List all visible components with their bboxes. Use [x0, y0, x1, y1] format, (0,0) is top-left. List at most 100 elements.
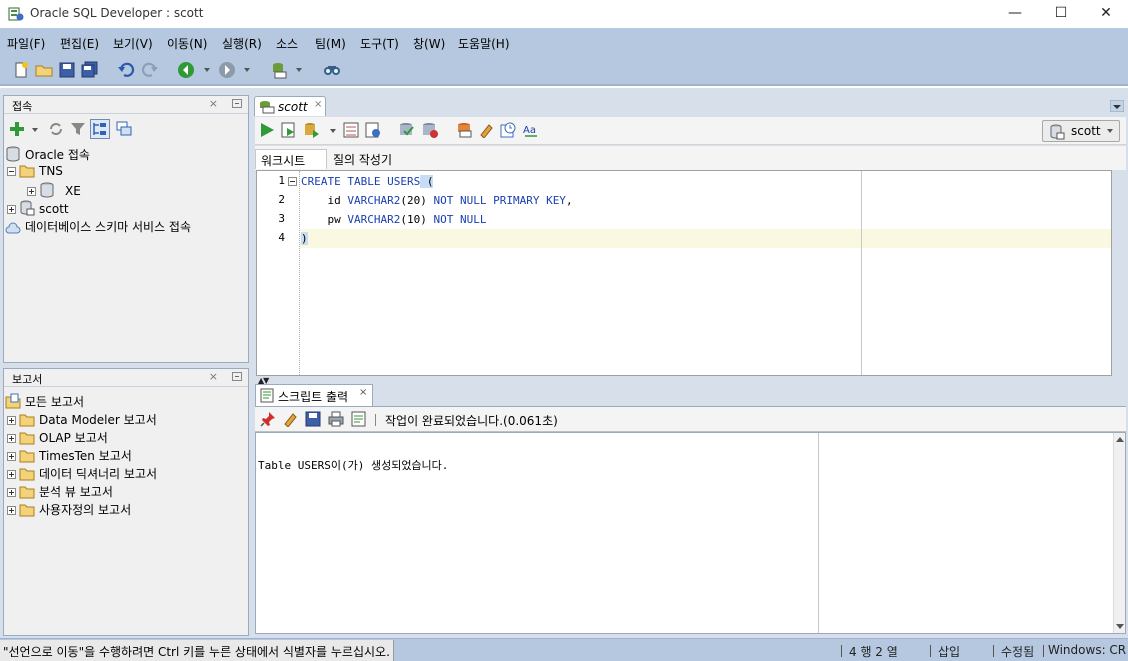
sql-worksheet-icon[interactable]: [270, 61, 288, 79]
sql-worksheet-icon: [260, 101, 275, 114]
run-script-icon[interactable]: [281, 122, 297, 138]
redo-icon[interactable]: [141, 61, 159, 79]
format-case-icon[interactable]: Aa: [523, 122, 541, 138]
tree-node-xe[interactable]: XE: [27, 182, 81, 200]
menu-window[interactable]: 창(W): [413, 35, 445, 52]
tab-query-builder[interactable]: 질의 작성기: [328, 149, 397, 169]
tab-script-output[interactable]: 스크립트 출력 ×: [255, 384, 373, 406]
tree-node-label: scott: [39, 202, 69, 216]
connections-panel-close-button[interactable]: ×: [209, 97, 218, 110]
expand-toggle-icon[interactable]: [7, 452, 16, 461]
autotrace-icon[interactable]: [304, 122, 320, 138]
tree-node-oracle-connections[interactable]: Oracle 접속: [5, 146, 90, 164]
database-icon: [6, 146, 20, 162]
menu-source[interactable]: 소스: [276, 35, 298, 52]
tree-node-timesten-reports[interactable]: TimesTen 보고서: [7, 447, 132, 465]
folder-open-icon: [19, 165, 35, 178]
add-connection-icon[interactable]: [9, 121, 25, 137]
vertical-scrollbar[interactable]: [1113, 433, 1125, 633]
menu-help[interactable]: 도움말(H): [458, 35, 510, 52]
tree-node-label: TNS: [39, 164, 63, 178]
sql-tuning-icon[interactable]: [365, 122, 381, 138]
tree-node-user-defined-reports[interactable]: 사용자정의 보고서: [7, 501, 131, 519]
document-list-icon[interactable]: [1110, 100, 1124, 112]
back-dropdown-icon[interactable]: [204, 68, 210, 72]
expand-toggle-icon[interactable]: [27, 187, 36, 196]
filter-icon[interactable]: [70, 121, 86, 137]
forward-icon[interactable]: [218, 61, 236, 79]
scroll-up-icon[interactable]: [1116, 437, 1124, 442]
tree-node-cloud-connections[interactable]: 데이터베이스 스키마 서비스 접속: [5, 218, 191, 236]
sql-history-icon[interactable]: [500, 122, 516, 138]
connections-panel-header: 접속 ×: [4, 96, 248, 114]
save-icon[interactable]: [58, 61, 76, 79]
clear-icon[interactable]: [478, 122, 494, 138]
find-db-object-icon[interactable]: [323, 61, 341, 79]
back-icon[interactable]: [177, 61, 195, 79]
connections-panel-minimize-button[interactable]: [232, 99, 242, 108]
script-output-text: Table USERS이(가) 생성되었습니다.: [258, 459, 449, 472]
code-keyword: NOT NULL PRIMARY KEY: [426, 194, 566, 207]
expand-toggle-icon[interactable]: [7, 470, 16, 479]
menu-file[interactable]: 파일(F): [7, 35, 45, 52]
expand-toggle-icon[interactable]: [7, 506, 16, 515]
expand-toggle-icon[interactable]: [7, 205, 16, 214]
clear-icon[interactable]: [282, 411, 298, 427]
tab-scott[interactable]: scott ×: [254, 96, 326, 116]
cloud-icon: [5, 222, 21, 234]
scroll-down-icon[interactable]: [1116, 624, 1124, 629]
script-output-body[interactable]: Table USERS이(가) 생성되었습니다.: [255, 432, 1126, 634]
collapse-toggle-icon[interactable]: [7, 167, 16, 176]
tree-node-olap-reports[interactable]: OLAP 보고서: [7, 429, 108, 447]
rollback-icon[interactable]: [422, 122, 438, 138]
open-folder-icon[interactable]: [35, 61, 53, 79]
undo-icon[interactable]: [117, 61, 135, 79]
print-icon[interactable]: [328, 411, 344, 427]
tree-node-data-modeler-reports[interactable]: Data Modeler 보고서: [7, 411, 157, 429]
new-file-icon[interactable]: [12, 61, 30, 79]
expand-toggle-icon[interactable]: [7, 416, 16, 425]
sql-editor[interactable]: 1 2 3 4 CREATE TABLE USERS ( id VARCHAR2…: [256, 170, 1112, 376]
sql-worksheet-dropdown-icon[interactable]: [296, 68, 302, 72]
open-script-icon[interactable]: [351, 411, 367, 427]
menu-edit[interactable]: 편집(E): [60, 35, 99, 52]
reports-panel-minimize-button[interactable]: [232, 372, 242, 381]
tree-node-scott[interactable]: scott: [7, 200, 69, 218]
connection-selector[interactable]: scott: [1042, 120, 1120, 142]
minimize-button[interactable]: —: [992, 0, 1038, 28]
tree-node-data-dictionary-reports[interactable]: 데이터 딕셔너리 보고서: [7, 465, 157, 483]
schema-browser-icon[interactable]: [90, 119, 110, 139]
tab-worksheet[interactable]: 워크시트: [255, 149, 327, 169]
save-icon[interactable]: [305, 411, 321, 427]
collapse-all-icon[interactable]: [116, 121, 132, 137]
menu-view[interactable]: 보기(V): [113, 35, 153, 52]
explain-plan-icon[interactable]: [343, 122, 359, 138]
close-tab-button[interactable]: ×: [314, 99, 322, 110]
tree-node-analytic-view-reports[interactable]: 분석 뷰 보고서: [7, 483, 113, 501]
run-statement-icon[interactable]: [259, 122, 275, 138]
tree-node-all-reports[interactable]: 모든 보고서: [5, 393, 84, 411]
expand-toggle-icon[interactable]: [7, 434, 16, 443]
menu-navigate[interactable]: 이동(N): [167, 35, 207, 52]
reports-panel-close-button[interactable]: ×: [209, 370, 218, 383]
fold-toggle-icon[interactable]: [288, 177, 297, 186]
menu-run[interactable]: 실행(R): [222, 35, 262, 52]
menu-tools[interactable]: 도구(T): [360, 35, 399, 52]
maximize-button[interactable]: ☐: [1038, 0, 1084, 28]
tree-node-tns[interactable]: TNS: [7, 164, 63, 182]
autotrace-dropdown-icon[interactable]: [330, 129, 336, 133]
pin-icon[interactable]: [260, 411, 276, 427]
menu-team[interactable]: 팀(M): [315, 35, 346, 52]
refresh-icon[interactable]: [48, 121, 64, 137]
commit-icon[interactable]: [399, 122, 415, 138]
add-connection-dropdown-icon[interactable]: [32, 128, 38, 132]
code-line: pw VARCHAR2(10) NOT NULL: [301, 210, 486, 229]
close-window-button[interactable]: ✕: [1083, 0, 1128, 28]
forward-dropdown-icon[interactable]: [244, 68, 250, 72]
expand-toggle-icon[interactable]: [7, 488, 16, 497]
close-tab-button[interactable]: ×: [359, 387, 367, 398]
right-margin-line: [818, 433, 819, 633]
unshared-sql-worksheet-icon[interactable]: [456, 122, 472, 138]
save-all-icon[interactable]: [81, 61, 99, 79]
line-number: 4: [278, 231, 285, 244]
